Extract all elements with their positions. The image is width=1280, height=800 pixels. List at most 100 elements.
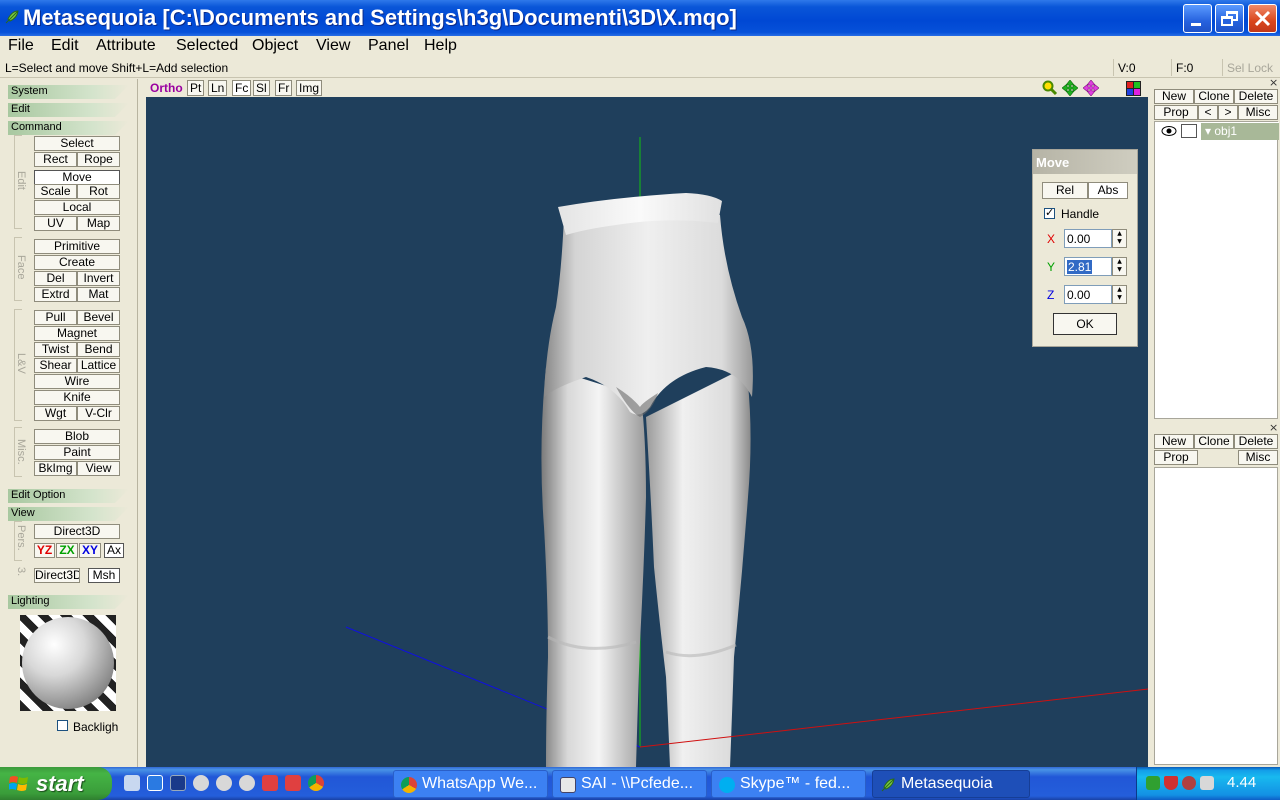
material-clone-button[interactable]: Clone xyxy=(1194,434,1234,449)
ok-button[interactable]: OK xyxy=(1053,313,1117,335)
object-clone-button[interactable]: Clone xyxy=(1194,89,1234,104)
task-whatsapp[interactable]: WhatsApp We... xyxy=(393,770,548,798)
object-prop-button[interactable]: Prop xyxy=(1154,105,1198,120)
z-input[interactable]: 0.00 xyxy=(1064,285,1112,304)
rot-button[interactable]: Rot xyxy=(77,184,120,199)
object-next-button[interactable]: > xyxy=(1218,105,1238,120)
scale-button[interactable]: Scale xyxy=(34,184,77,199)
material-list[interactable] xyxy=(1154,467,1278,765)
y-spinner[interactable]: ▲ ▼ xyxy=(1112,257,1127,276)
menu-view[interactable]: View xyxy=(316,37,350,55)
task-metasequoia[interactable]: Metasequoia xyxy=(872,770,1030,798)
restore-button[interactable] xyxy=(1215,4,1244,33)
bevel-button[interactable]: Bevel xyxy=(77,310,120,325)
weight-button[interactable]: Wgt xyxy=(34,406,77,421)
projection-mode[interactable]: Ortho xyxy=(150,81,183,95)
start-button[interactable]: start xyxy=(0,767,112,800)
local-button[interactable]: Local xyxy=(34,200,120,215)
primitive-button[interactable]: Primitive xyxy=(34,239,120,254)
task-sai[interactable]: SAI - \\Pcfede... xyxy=(552,770,707,798)
extrude-button[interactable]: Extrd xyxy=(34,287,77,302)
close-button[interactable] xyxy=(1248,4,1277,33)
menu-selected[interactable]: Selected xyxy=(176,37,238,55)
show-sl-button[interactable]: Sl xyxy=(253,80,270,96)
task-skype[interactable]: Skype™ - fed... xyxy=(711,770,866,798)
menu-file[interactable]: File xyxy=(8,37,34,55)
magnet-button[interactable]: Magnet xyxy=(34,326,120,341)
direct3d-button[interactable]: Direct3D xyxy=(34,524,120,539)
quicklaunch-user1-icon[interactable] xyxy=(193,775,209,791)
menu-attribute[interactable]: Attribute xyxy=(96,37,156,55)
show-points-button[interactable]: Pt xyxy=(187,80,205,96)
rotate-view-icon[interactable] xyxy=(1083,80,1099,96)
show-image-button[interactable]: Img xyxy=(296,80,323,96)
absolute-tab[interactable]: Abs xyxy=(1088,182,1128,199)
y-input[interactable]: 2.81 xyxy=(1064,257,1112,276)
show-lines-button[interactable]: Ln xyxy=(208,80,228,96)
object-name-cell[interactable]: ▾ obj1 xyxy=(1201,123,1279,140)
sel-lock-button[interactable]: Sel Lock xyxy=(1222,59,1280,76)
lock-toggle[interactable] xyxy=(1181,124,1197,138)
menu-help[interactable]: Help xyxy=(424,37,457,55)
z-spinner[interactable]: ▲ ▼ xyxy=(1112,285,1127,304)
expand-arrow-icon[interactable]: ▾ xyxy=(1205,124,1211,138)
object-panel-close-icon[interactable]: × xyxy=(1269,76,1278,89)
mesh-toggle-button[interactable]: Msh xyxy=(88,568,120,583)
x-spinner[interactable]: ▲ ▼ xyxy=(1112,229,1127,248)
object-delete-button[interactable]: Delete xyxy=(1234,89,1278,104)
tray-app-icon[interactable] xyxy=(1182,776,1196,790)
color-grid-icon[interactable] xyxy=(1126,81,1141,96)
object-new-button[interactable]: New xyxy=(1154,89,1194,104)
paint-button[interactable]: Paint xyxy=(34,445,120,460)
quicklaunch-chrome-icon[interactable] xyxy=(308,775,324,791)
twist-button[interactable]: Twist xyxy=(34,342,77,357)
minimize-button[interactable] xyxy=(1183,4,1212,33)
menu-object[interactable]: Object xyxy=(252,37,298,55)
invert-button[interactable]: Invert xyxy=(77,271,120,286)
light-sphere-preview[interactable] xyxy=(20,615,116,711)
view-xy-button[interactable]: XY xyxy=(79,543,101,558)
material-misc-button[interactable]: Misc xyxy=(1238,450,1278,465)
section-system[interactable]: System xyxy=(8,85,129,99)
section-edit-option[interactable]: Edit Option xyxy=(8,489,129,503)
show-faces-button[interactable]: Fc xyxy=(232,80,252,96)
object-prev-button[interactable]: < xyxy=(1198,105,1218,120)
view-zx-button[interactable]: ZX xyxy=(56,543,78,558)
quicklaunch-desktop-icon[interactable] xyxy=(170,775,186,791)
delete-face-button[interactable]: Del xyxy=(34,271,77,286)
direct3d-mode-button[interactable]: Direct3D xyxy=(34,568,80,583)
quicklaunch-user2-icon[interactable] xyxy=(216,775,232,791)
material-button[interactable]: Mat xyxy=(77,287,120,302)
quicklaunch-network-icon[interactable] xyxy=(124,775,140,791)
lattice-button[interactable]: Lattice xyxy=(77,358,120,373)
backlight-checkbox[interactable] xyxy=(57,720,68,731)
object-misc-button[interactable]: Misc xyxy=(1238,105,1278,120)
blob-button[interactable]: Blob xyxy=(34,429,120,444)
handle-checkbox[interactable] xyxy=(1044,206,1055,219)
material-prop-button[interactable]: Prop xyxy=(1154,450,1198,465)
relative-tab[interactable]: Rel xyxy=(1042,182,1088,199)
axis-toggle-button[interactable]: Ax xyxy=(104,543,124,558)
rect-button[interactable]: Rect xyxy=(34,152,77,167)
section-command[interactable]: Command xyxy=(8,121,129,135)
pull-button[interactable]: Pull xyxy=(34,310,77,325)
rope-button[interactable]: Rope xyxy=(77,152,120,167)
tray-security-icon[interactable] xyxy=(1146,776,1160,790)
menu-edit[interactable]: Edit xyxy=(51,37,79,55)
section-view[interactable]: View xyxy=(8,507,129,521)
pan-icon[interactable] xyxy=(1062,80,1078,96)
x-input[interactable]: 0.00 xyxy=(1064,229,1112,248)
object-row[interactable]: ▾ obj1 xyxy=(1155,122,1279,140)
move-button[interactable]: Move xyxy=(34,170,120,185)
zoom-icon[interactable] xyxy=(1042,80,1058,96)
knife-button[interactable]: Knife xyxy=(34,390,120,405)
show-frame-button[interactable]: Fr xyxy=(275,80,293,96)
material-delete-button[interactable]: Delete xyxy=(1234,434,1278,449)
view-yz-button[interactable]: YZ xyxy=(34,543,55,558)
view-tool-button[interactable]: View xyxy=(77,461,120,476)
move-dialog-title[interactable]: Move xyxy=(1033,150,1137,174)
tray-shield-icon[interactable] xyxy=(1164,776,1178,790)
3d-viewport[interactable] xyxy=(146,97,1148,767)
quicklaunch-ie-icon[interactable] xyxy=(147,775,163,791)
bkimg-button[interactable]: BkImg xyxy=(34,461,77,476)
